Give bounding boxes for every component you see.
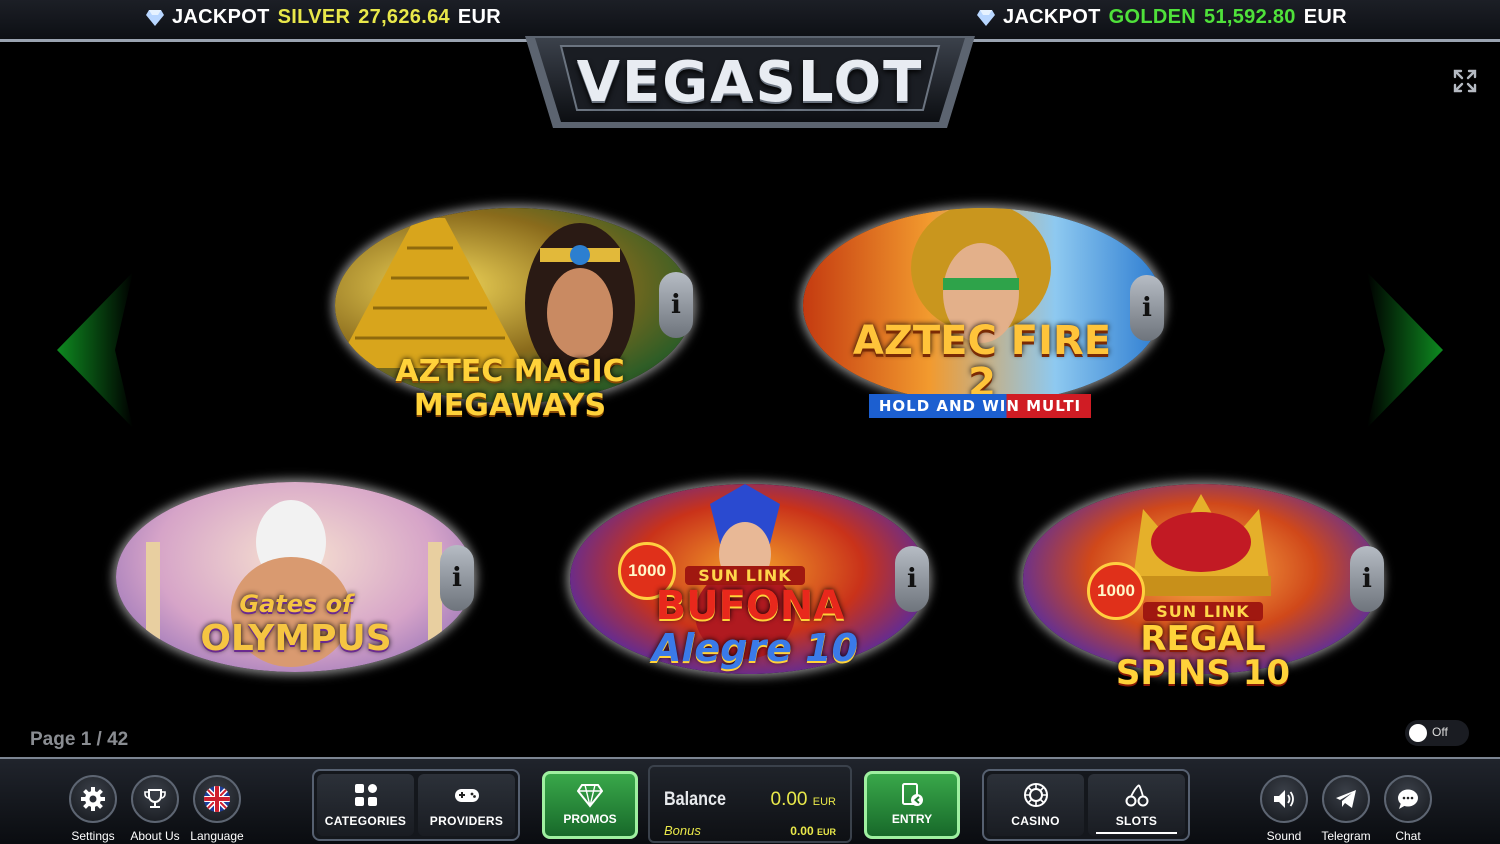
gem-icon — [577, 784, 603, 808]
gamepad-icon — [454, 789, 479, 802]
telegram-label: Telegram — [1321, 829, 1371, 843]
game-tile-aztec-magic-megaways[interactable]: AZTEC MAGIC MEGAWAYS i — [335, 190, 695, 430]
active-tab-underline — [1096, 832, 1177, 834]
jackpot-golden: JACKPOT GOLDEN 51,592.80 EUR — [977, 6, 1347, 29]
fullscreen-icon[interactable] — [1452, 68, 1478, 94]
balance-panel: Balance 0.00 EUR Bonus 0.00 EUR — [648, 765, 852, 843]
chat-bubble-icon — [1398, 789, 1418, 809]
trophy-icon — [144, 789, 166, 808]
toggle-switch[interactable]: Off — [1405, 720, 1469, 746]
uk-flag-icon — [204, 786, 230, 812]
diamond-icon — [146, 9, 164, 26]
game-title: BUFONA — [655, 583, 845, 629]
jackpot-label: JACKPOT — [172, 6, 270, 28]
chat-label: Chat — [1395, 829, 1421, 843]
settings-label: Settings — [71, 829, 115, 843]
bonus-value: 0.00 EUR — [790, 824, 836, 838]
game-tile-regal-spins-10[interactable]: 1000 SUN LINK REGAL SPINS 10 i — [1023, 462, 1385, 697]
browse-group: CATEGORIES PROVIDERS — [312, 769, 520, 841]
about-us-label: About Us — [130, 829, 180, 843]
game-tile-gates-of-olympus[interactable]: Gates of OLYMPUS i — [116, 460, 476, 695]
cherries-icon — [1125, 784, 1148, 807]
jackpot-currency: EUR — [1303, 6, 1347, 28]
door-entry-icon — [902, 783, 923, 806]
game-title: REGAL SPINS 10 — [1115, 619, 1291, 693]
jackpot-silver: JACKPOT SILVER 27,626.64 EUR — [146, 6, 501, 29]
providers-label: PROVIDERS — [429, 814, 504, 828]
gear-icon — [81, 787, 105, 811]
page-indicator: Page 1 / 42 — [30, 729, 129, 750]
speaker-icon — [1274, 790, 1294, 808]
promos-label: PROMOS — [563, 812, 617, 826]
bottom-bar: Settings About Us Language CATEGORIES PR… — [0, 757, 1500, 844]
jackpot-value: 51,592.80 — [1204, 6, 1296, 28]
arrow-right-icon[interactable] — [1365, 270, 1445, 430]
categories-button[interactable]: CATEGORIES — [317, 774, 414, 836]
sound-label: Sound — [1266, 829, 1302, 843]
jackpot-label: JACKPOT — [1003, 6, 1101, 28]
badge-1000: 1000 — [1087, 562, 1145, 620]
bonus-label: Bonus — [664, 823, 701, 838]
chat-button[interactable]: Chat — [1383, 775, 1433, 843]
info-icon[interactable]: i — [895, 546, 929, 612]
game-title: AZTEC MAGIC MEGAWAYS — [395, 354, 625, 423]
categories-label: CATEGORIES — [324, 814, 407, 828]
arrow-left-icon[interactable] — [55, 270, 135, 430]
entry-button[interactable]: ENTRY — [864, 771, 960, 839]
providers-button[interactable]: PROVIDERS — [418, 774, 515, 836]
toggle-knob — [1409, 724, 1427, 742]
toggle-label: Off — [1432, 725, 1448, 739]
about-us-button[interactable]: About Us — [130, 775, 180, 843]
game-tile-bufona-alegre-10[interactable]: 1000 SUN LINK BUFONA Alegre 10 i — [570, 462, 932, 697]
promos-button[interactable]: PROMOS — [542, 771, 638, 839]
balance-label: Balance — [664, 789, 726, 810]
game-subtitle: HOLD AND WIN MULTI — [869, 394, 1091, 418]
section-group: CASINO SLOTS — [982, 769, 1190, 841]
language-button[interactable]: Language — [190, 775, 244, 843]
game-tile-aztec-fire-2[interactable]: AZTEC FIRE 2 HOLD AND WIN MULTI i — [803, 180, 1167, 430]
jackpot-currency: EUR — [457, 6, 502, 28]
logo-text: VEGASLOT — [576, 50, 924, 115]
site-logo[interactable]: VEGASLOT — [525, 36, 975, 132]
sound-button[interactable]: Sound — [1259, 775, 1309, 843]
casino-label: CASINO — [1011, 814, 1060, 828]
telegram-icon — [1336, 790, 1356, 808]
settings-button[interactable]: Settings — [68, 775, 118, 843]
slots-label: SLOTS — [1115, 814, 1158, 828]
language-label: Language — [190, 829, 244, 843]
game-subtitle: Alegre 10 — [651, 626, 859, 670]
tab-casino[interactable]: CASINO — [987, 774, 1084, 836]
roulette-icon — [1023, 783, 1048, 807]
info-icon[interactable]: i — [1130, 275, 1164, 341]
grid-icon — [354, 784, 377, 806]
info-icon[interactable]: i — [440, 545, 474, 611]
game-title: Gates of OLYMPUS — [200, 590, 392, 659]
balance-value: 0.00 EUR — [770, 789, 837, 810]
telegram-button[interactable]: Telegram — [1321, 775, 1371, 843]
game-title: AZTEC FIRE 2 — [852, 318, 1112, 406]
info-icon[interactable]: i — [659, 272, 693, 338]
entry-label: ENTRY — [891, 812, 933, 826]
jackpot-tier: SILVER — [277, 6, 351, 28]
tab-slots[interactable]: SLOTS — [1088, 774, 1185, 836]
info-icon[interactable]: i — [1350, 546, 1384, 612]
diamond-icon — [977, 9, 995, 26]
jackpot-value: 27,626.64 — [358, 6, 450, 28]
jackpot-tier: GOLDEN — [1108, 6, 1197, 28]
